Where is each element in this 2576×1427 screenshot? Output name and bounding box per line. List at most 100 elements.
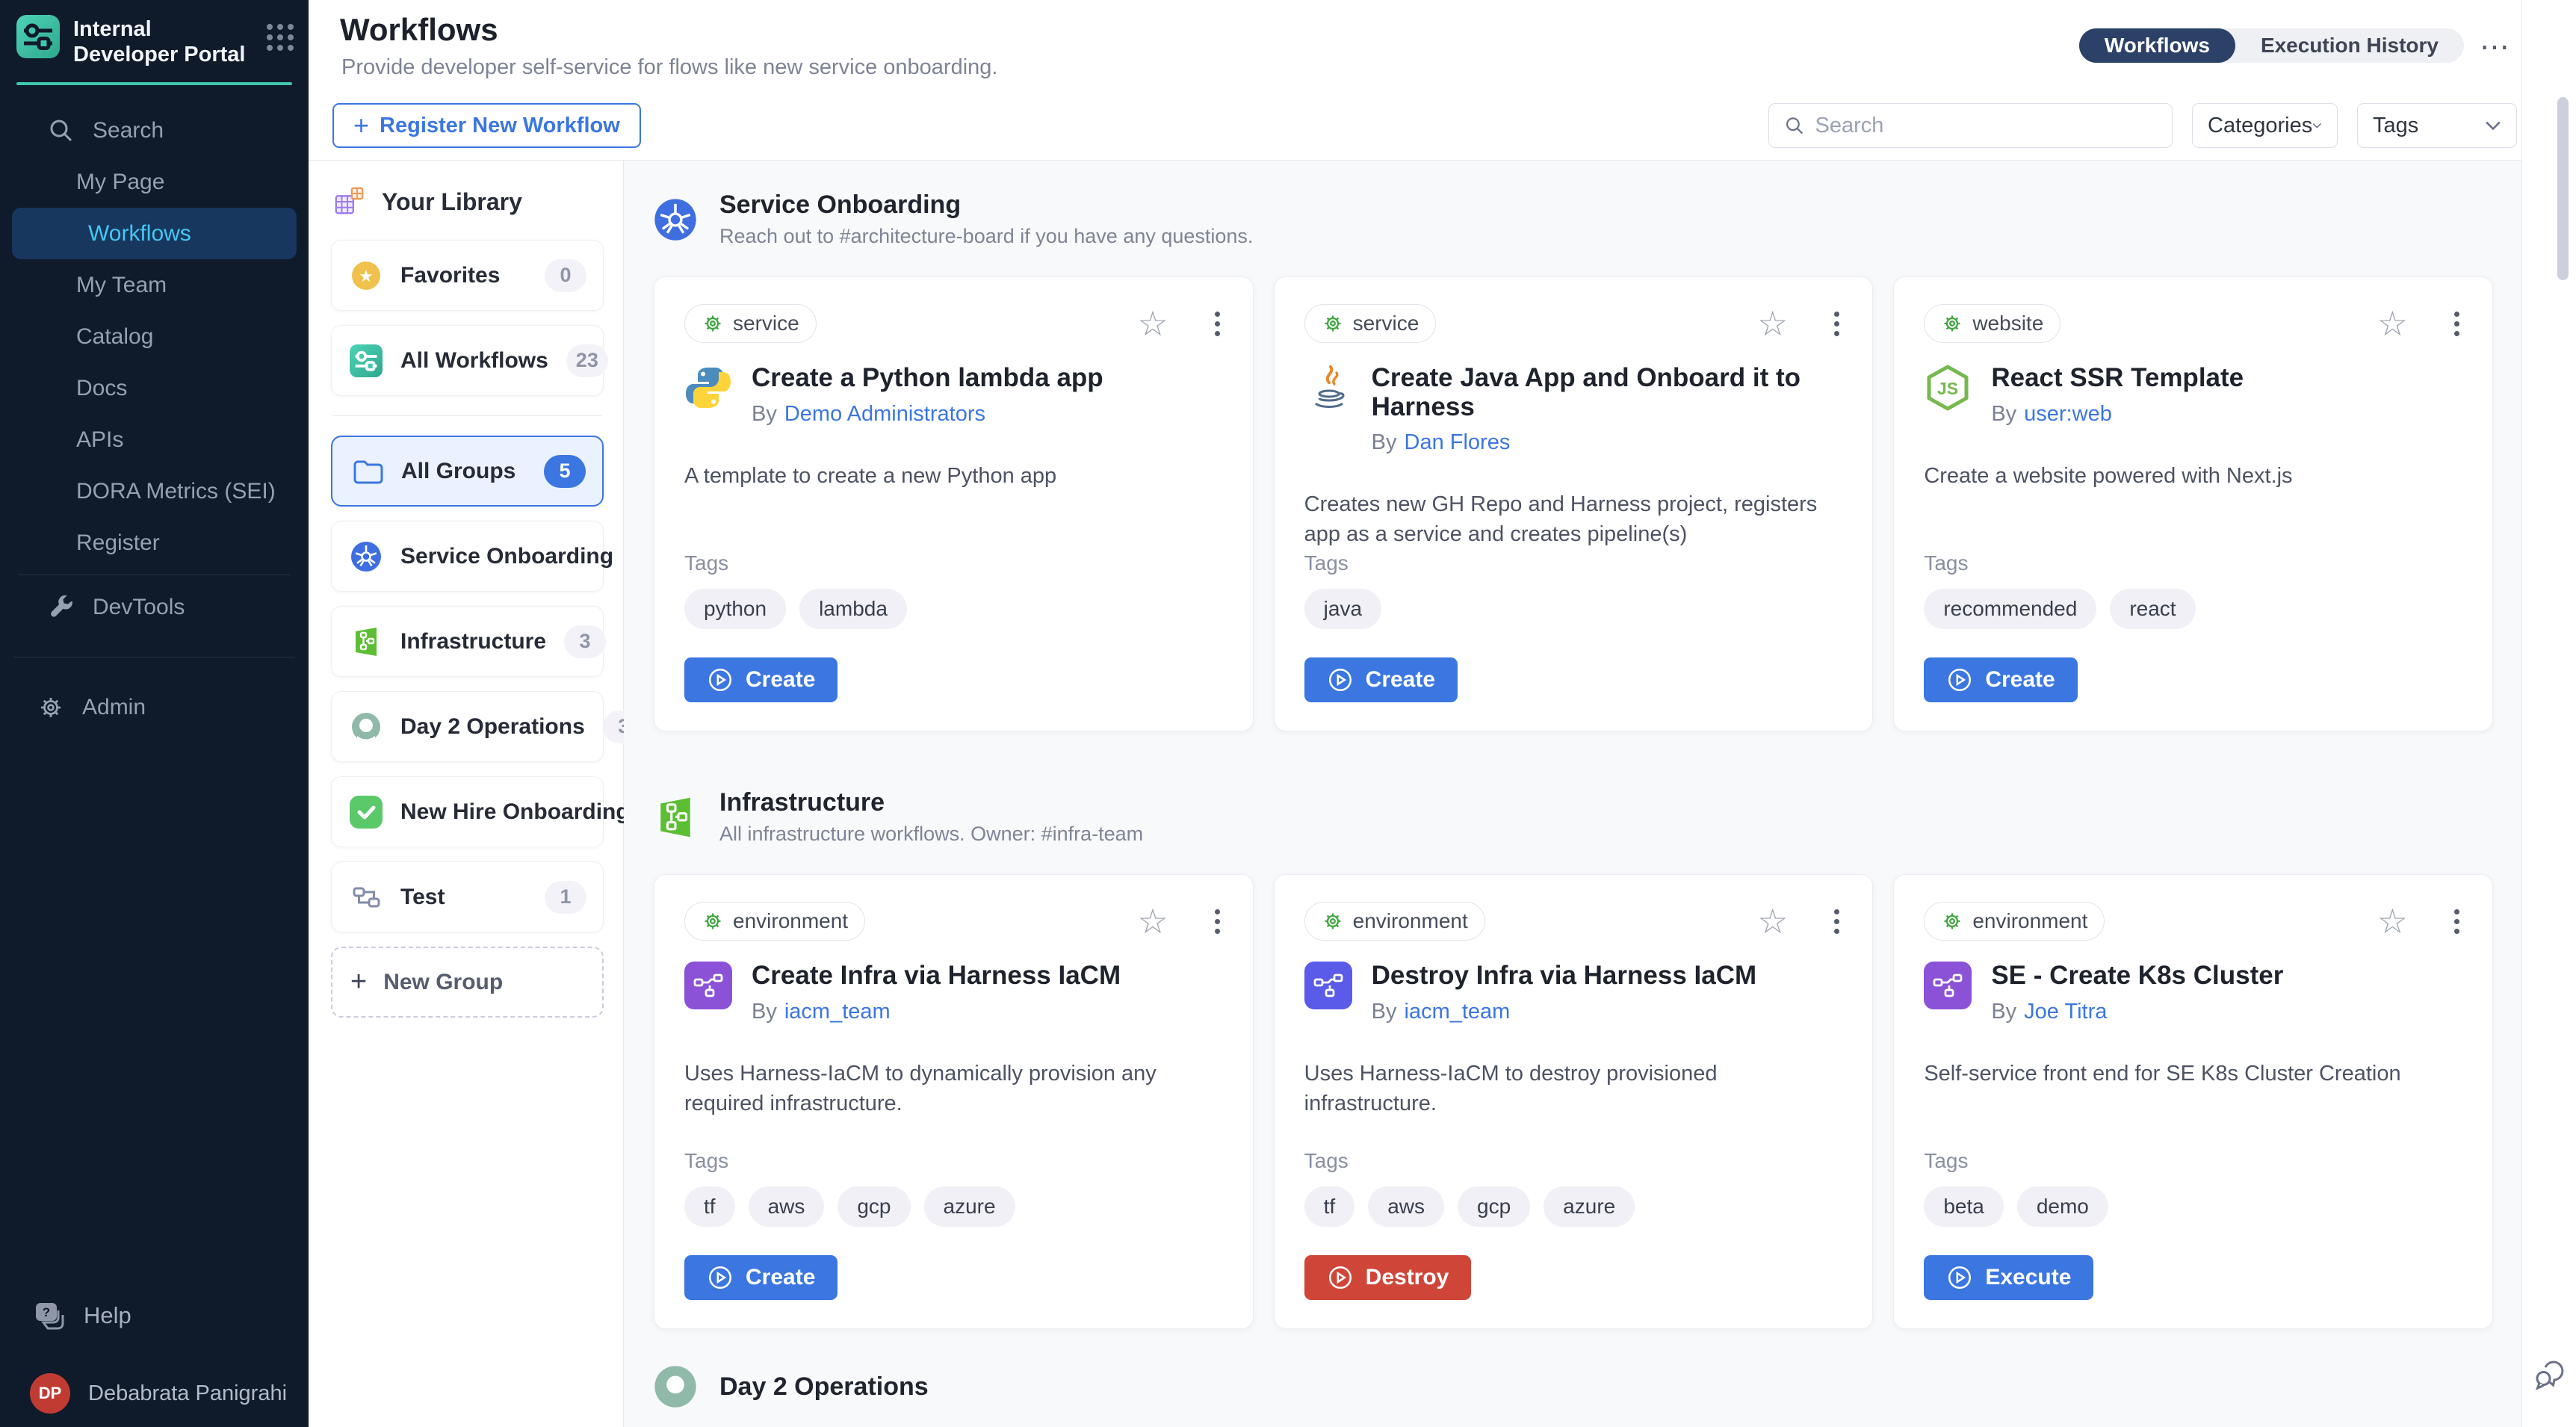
gear-icon	[1941, 910, 1963, 932]
sidebar-item-workflows[interactable]: Workflows	[12, 208, 297, 259]
library-item-infrastructure[interactable]: Infrastructure 3	[331, 606, 604, 677]
register-label: Register New Workflow	[380, 114, 620, 138]
sidebar-item-label: APIs	[76, 427, 123, 453]
by-label: By	[1372, 1000, 1397, 1024]
sidebar-item-docs[interactable]: Docs	[0, 362, 309, 414]
create-button[interactable]: Create	[684, 657, 837, 702]
tags-dropdown[interactable]: Tags	[2357, 103, 2517, 148]
library-item-all-workflows[interactable]: All Workflows 23	[331, 325, 604, 396]
scrollbar-thumb[interactable]	[2557, 97, 2569, 280]
tag: java	[1304, 589, 1381, 629]
new-group-label: New Group	[383, 970, 503, 995]
library-item-service-onboarding[interactable]: Service Onboarding 3	[331, 521, 604, 592]
tag: demo	[2017, 1186, 2108, 1227]
kebab-menu-icon[interactable]	[2451, 906, 2462, 937]
author-link[interactable]: user:web	[2024, 402, 2112, 426]
sidebar-item-devtools[interactable]: DevTools	[0, 581, 309, 633]
help-label: Help	[84, 1302, 131, 1329]
tab-execution-history[interactable]: Execution History	[2235, 28, 2464, 63]
category-pill: service	[1304, 304, 1437, 343]
sidebar-item-apis[interactable]: APIs	[0, 414, 309, 465]
favorite-star-icon[interactable]: ☆	[1757, 904, 1788, 938]
main-area: Workflows Provide developer self-service…	[309, 0, 2521, 1427]
new-group-button[interactable]: + New Group	[331, 947, 604, 1018]
workflow-title: Create a Python lambda app	[752, 364, 1103, 393]
card-grid: service ☆	[654, 276, 2493, 731]
create-button[interactable]: Create	[684, 1255, 837, 1300]
sidebar-item-register[interactable]: Register	[0, 517, 309, 569]
user-menu[interactable]: DP Debabrata Panigrahi	[30, 1373, 287, 1414]
tag-row: recommended react	[1924, 589, 2462, 629]
count-badge: 23	[566, 344, 608, 377]
chat-support-icon[interactable]	[2533, 1357, 2567, 1391]
app-switcher-icon[interactable]	[267, 15, 294, 51]
tags-label: Tags	[1924, 1149, 2462, 1173]
workflow-description: Uses Harness-IaCM to destroy provisioned…	[1304, 1059, 1843, 1118]
view-toggle: Workflows Execution History	[2079, 28, 2464, 63]
sidebar-item-search[interactable]: Search	[0, 105, 309, 156]
python-icon	[684, 364, 732, 412]
execute-button[interactable]: Execute	[1924, 1255, 2093, 1300]
play-circle-icon	[1946, 666, 1973, 693]
library-item-favorites[interactable]: ★ Favorites 0	[331, 240, 604, 311]
favorite-star-icon[interactable]: ☆	[1757, 306, 1788, 341]
sidebar-item-catalog[interactable]: Catalog	[0, 311, 309, 362]
author-link[interactable]: Dan Flores	[1405, 430, 1511, 454]
tag: aws	[1368, 1186, 1444, 1227]
favorite-star-icon[interactable]: ☆	[1137, 904, 1168, 938]
more-options-icon[interactable]: ⋯	[2480, 30, 2511, 64]
tab-workflows[interactable]: Workflows	[2079, 28, 2235, 63]
action-label: Destroy	[1366, 1265, 1449, 1290]
page-subtitle: Provide developer self-service for flows…	[341, 55, 997, 80]
kebab-menu-icon[interactable]	[1831, 906, 1842, 937]
tag: python	[684, 589, 786, 629]
iacm-icon	[1924, 962, 1972, 1009]
library-item-label: All Groups	[401, 459, 526, 484]
section-subtitle: Reach out to #architecture-board if you …	[719, 225, 1253, 248]
kebab-menu-icon[interactable]	[1212, 309, 1223, 339]
folder-icon	[350, 455, 383, 488]
kebab-menu-icon[interactable]	[1831, 309, 1842, 339]
library-item-all-groups[interactable]: All Groups 5	[331, 436, 604, 507]
kebab-menu-icon[interactable]	[1212, 906, 1223, 937]
create-button[interactable]: Create	[1304, 657, 1458, 702]
infrastructure-icon	[654, 796, 697, 839]
search-input[interactable]	[1815, 114, 2158, 138]
kebab-menu-icon[interactable]	[2451, 309, 2462, 339]
favorite-star-icon[interactable]: ☆	[2377, 904, 2408, 938]
sidebar-item-label: Admin	[82, 695, 146, 720]
favorites-star-icon: ★	[350, 259, 383, 292]
sidebar-item-admin[interactable]: Admin	[0, 681, 309, 733]
infrastructure-icon	[350, 625, 383, 658]
sidebar-item-my-team[interactable]: My Team	[0, 259, 309, 311]
tag: azure	[924, 1186, 1015, 1227]
library-item-test[interactable]: Test 1	[331, 861, 604, 932]
categories-dropdown[interactable]: Categories	[2192, 103, 2338, 148]
workflow-card-create-infra: environment ☆	[654, 874, 1254, 1329]
library-item-label: Infrastructure	[400, 629, 546, 654]
workflow-title: React SSR Template	[1991, 364, 2244, 393]
category-label: website	[1972, 312, 2043, 335]
author-link[interactable]: Demo Administrators	[784, 402, 985, 426]
library-item-new-hire-onboarding[interactable]: New Hire Onboarding 5	[331, 776, 604, 847]
author-link[interactable]: iacm_team	[1405, 1000, 1511, 1024]
favorite-star-icon[interactable]: ☆	[1137, 306, 1168, 341]
page-title: Workflows	[340, 12, 498, 48]
author-link[interactable]: Joe Titra	[2024, 1000, 2107, 1024]
library-item-day-2-operations[interactable]: Day 2 Operations 3	[331, 691, 604, 762]
sidebar-item-help[interactable]: ? Help	[33, 1301, 131, 1330]
register-new-workflow-button[interactable]: + Register New Workflow	[332, 103, 641, 148]
category-pill: service	[684, 304, 817, 343]
workflow-card-se-k8s-cluster: environment ☆	[1893, 874, 2493, 1329]
sidebar-item-dora-metrics[interactable]: DORA Metrics (SEI)	[0, 465, 309, 517]
author-link[interactable]: iacm_team	[784, 1000, 891, 1024]
java-icon	[1304, 364, 1352, 412]
library-item-label: Favorites	[400, 263, 527, 288]
count-badge: 0	[545, 259, 586, 292]
favorite-star-icon[interactable]: ☆	[2377, 306, 2408, 341]
destroy-button[interactable]: Destroy	[1304, 1255, 1472, 1300]
create-button[interactable]: Create	[1924, 657, 2077, 702]
kubernetes-icon	[654, 198, 697, 241]
check-icon	[350, 796, 383, 829]
sidebar-item-my-page[interactable]: My Page	[0, 156, 309, 208]
